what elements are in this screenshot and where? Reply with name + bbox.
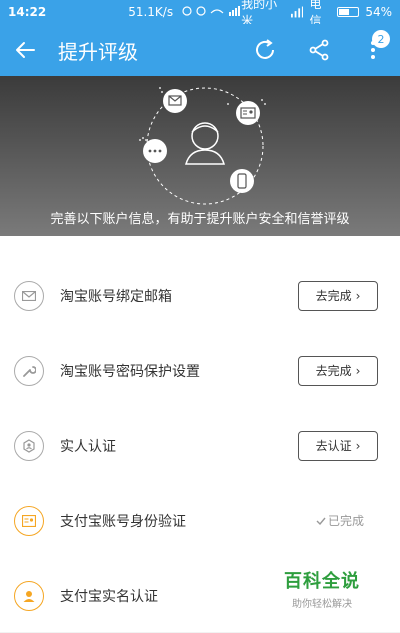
watermark: 百科全说 助你轻松解决 [284,567,360,610]
watermark-subtitle: 助你轻松解决 [292,599,352,610]
list-item-label: 实人认证 [60,438,116,455]
share-button[interactable] [292,24,346,76]
battery-icon [337,7,360,17]
verify-identity-button[interactable]: 去认证 › [298,430,378,461]
button-label: 去认证 [315,439,352,453]
complete-email-button[interactable]: 去完成 › [298,280,378,311]
completed-label: 已完成 [327,514,364,528]
list-item-label: 支付宝实名认证 [60,588,158,605]
signal-icon [290,6,304,18]
list-item-label: 淘宝账号绑定邮箱 [60,288,172,305]
share-icon [309,39,329,61]
check-icon [316,517,326,525]
status-icons [181,5,241,20]
id-shield-icon [14,430,44,461]
status-time: 14:22 [8,5,47,19]
status-indicator-icons [182,5,241,16]
notification-badge: 2 [372,30,390,48]
chevron-right-icon: › [355,438,361,453]
completed-status: 已完成 [316,512,364,529]
watermark-title: 百科全说 [284,571,360,592]
arrow-left-icon [16,42,35,58]
person-avatar-icon [185,122,225,165]
refresh-icon [256,39,274,59]
button-label: 去完成 [315,289,352,303]
wrench-icon [14,355,44,386]
mail-node-icon [163,89,187,113]
more-button[interactable]: 2 [346,24,400,76]
chevron-right-icon: › [355,363,361,378]
id-card-node-icon [236,101,260,125]
list-item: 淘宝账号绑定邮箱 去完成 › [0,258,400,333]
list-item-label: 支付宝账号身份验证 [60,513,186,530]
back-button[interactable] [0,24,50,76]
id-card-icon [14,505,44,536]
person-icon [14,580,44,611]
chevron-right-icon: › [355,288,361,303]
mail-icon [14,280,44,311]
complete-password-button[interactable]: 去完成 › [298,355,378,386]
status-bar: 14:22 51.1K/s 我的小米 电信 54% [0,0,400,28]
phone-node-icon [230,169,254,193]
app-bar: 提升评级 2 [0,24,400,76]
list-item: 淘宝账号密码保护设置 去完成 › [0,333,400,408]
battery-percent: 54% [365,5,392,19]
list-item: 支付宝账号身份验证 已完成 [0,483,400,558]
task-list: 淘宝账号绑定邮箱 去完成 › 淘宝账号密码保护设置 去完成 › 实人认证 去认证… [0,236,400,632]
refresh-button[interactable] [238,24,292,76]
page-title: 提升评级 [58,39,138,64]
chat-node-icon [143,139,167,163]
hero-caption: 完善以下账户信息，有助于提升账户安全和信誉评级 [50,212,350,227]
hero-banner: 完善以下账户信息，有助于提升账户安全和信誉评级 [0,76,400,236]
button-label: 去完成 [315,364,352,378]
list-item-label: 淘宝账号密码保护设置 [60,363,200,380]
status-net-speed: 51.1K/s [128,5,174,19]
list-item: 实人认证 去认证 › [0,408,400,483]
